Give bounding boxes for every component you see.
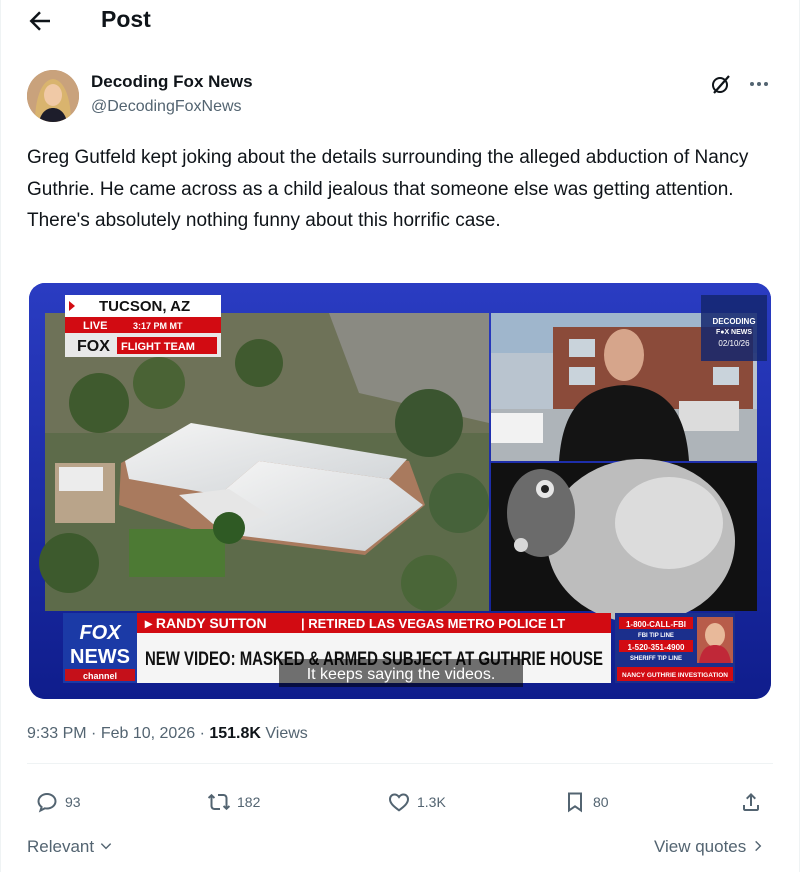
tip-footer: NANCY GUTHRIE INVESTIGATION [622,672,728,679]
fox-logo-text: FOX [79,622,122,644]
flight-team-label: FLIGHT TEAM [121,341,195,353]
reply-icon [37,792,57,813]
like-button[interactable]: 1.3K [387,790,446,814]
watermark-date: 02/10/26 [718,339,750,348]
post-date[interactable]: Feb 10, 2026 [101,725,195,742]
more-dots-icon [750,82,768,86]
post-text: Greg Gutfeld kept joking about the detai… [27,147,749,231]
live-label: LIVE [83,320,107,332]
post-media-image[interactable]: TUCSON, AZ LIVE 3:17 PM MT FOX FLIGHT TE… [29,283,771,699]
reply-button[interactable]: 93 [35,790,81,814]
post-column: Post Decoding Fox News @DecodingFoxNews … [0,0,800,872]
bookmark-button[interactable]: 80 [563,790,609,814]
like-count: 1.3K [417,794,446,810]
sort-relevant-dropdown[interactable]: Relevant [27,837,113,857]
divider [27,763,773,764]
heart-icon [388,793,410,812]
bookmark-icon [568,792,582,813]
live-time: 3:17 PM MT [133,321,183,331]
share-button[interactable] [739,790,763,814]
news-broadcast-frame: TUCSON, AZ LIVE 3:17 PM MT FOX FLIGHT TE… [29,283,771,699]
repost-button[interactable]: 182 [207,790,260,814]
author-handle[interactable]: @DecodingFoxNews [91,98,242,116]
chevron-right-icon [755,840,762,852]
action-bar: 93 182 1.3K 80 [1,786,799,826]
more-options-button[interactable] [747,72,771,96]
video-caption: It keeps saying the videos. [307,666,496,683]
watermark-line2: F●X NEWS [716,329,752,336]
channel-logo-text: channel [83,671,117,681]
tip-line-2-sub: SHERIFF TIP LINE [630,656,682,662]
post-time[interactable]: 9:33 PM [27,725,87,742]
page-title: Post [101,6,151,32]
avatar[interactable] [27,70,79,122]
back-arrow-icon [29,11,50,31]
author-name[interactable]: Decoding Fox News [91,72,253,92]
tip-line-1: 1-800-CALL-FBI [626,620,686,629]
lower-third-name: ▸ RANDY SUTTON [144,615,267,631]
share-icon [743,793,759,811]
bookmark-count: 80 [593,794,609,810]
tip-line-1-sub: FBI TIP LINE [638,633,674,639]
grok-button[interactable] [709,72,733,96]
location-label: TUCSON, AZ [99,298,190,315]
repost-count: 182 [237,794,261,810]
news-logo-text: NEWS [70,646,130,668]
watermark-line1: DECODING [712,317,755,326]
post-header: Post [1,0,799,44]
grok-icon [712,75,730,94]
views-count: 151.8K [209,725,261,742]
repost-icon [207,793,231,811]
view-quotes-link[interactable]: View quotes [654,837,765,857]
chevron-down-icon [100,843,112,850]
avatar-image [27,70,79,122]
relevant-label: Relevant [27,837,95,856]
tip-line-2: 1-520-351-4900 [628,643,685,652]
reply-count: 93 [65,794,81,810]
view-quotes-label: View quotes [653,837,747,856]
lower-third-role: | RETIRED LAS VEGAS METRO POLICE LT [301,616,565,631]
views-label: Views [265,725,308,742]
fox-wordmark: FOX [77,338,110,355]
back-button[interactable] [23,6,57,36]
post-timestamp-row: 9:33 PM · Feb 10, 2026 · 151.8K Views [27,725,308,742]
